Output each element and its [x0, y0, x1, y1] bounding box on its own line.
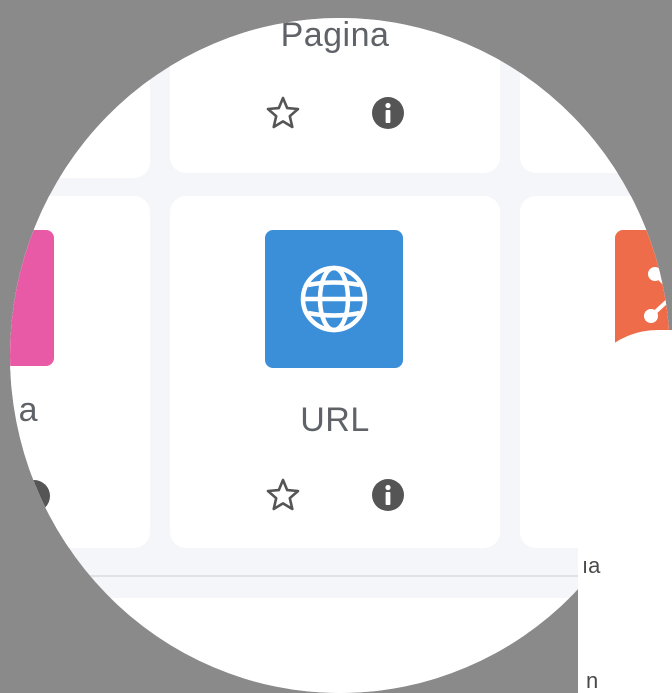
activity-card-right-top[interactable]: [520, 18, 670, 173]
activity-label-left-fragment: a: [18, 391, 38, 429]
activity-label-url: URL: [300, 401, 370, 439]
activity-card-url[interactable]: URL: [170, 196, 500, 548]
activity-tile-url: [265, 230, 403, 368]
lower-panel: [30, 598, 650, 693]
globe-icon: [300, 265, 368, 333]
favorite-star-icon[interactable]: [265, 477, 301, 513]
overlay-text-fragment-1: ıa: [582, 553, 601, 578]
activity-card-pagina[interactable]: Pagina: [170, 18, 500, 173]
activity-tile-left: [10, 230, 54, 366]
zoomed-screenshot: Pagina a URL ıa n: [0, 0, 672, 693]
overlay-text-fragment-2: n: [586, 668, 599, 693]
info-icon[interactable]: [370, 95, 406, 131]
magnifier-lens: Pagina a URL: [10, 18, 670, 693]
info-icon[interactable]: [16, 478, 52, 514]
section-divider: [10, 575, 670, 577]
activity-card-left-top[interactable]: [10, 18, 150, 178]
overlay-panel: [578, 330, 672, 693]
favorite-star-icon[interactable]: [265, 95, 301, 131]
activity-label-pagina: Pagina: [280, 18, 390, 54]
info-icon[interactable]: [370, 477, 406, 513]
activity-card-left-middle[interactable]: a: [10, 196, 150, 548]
